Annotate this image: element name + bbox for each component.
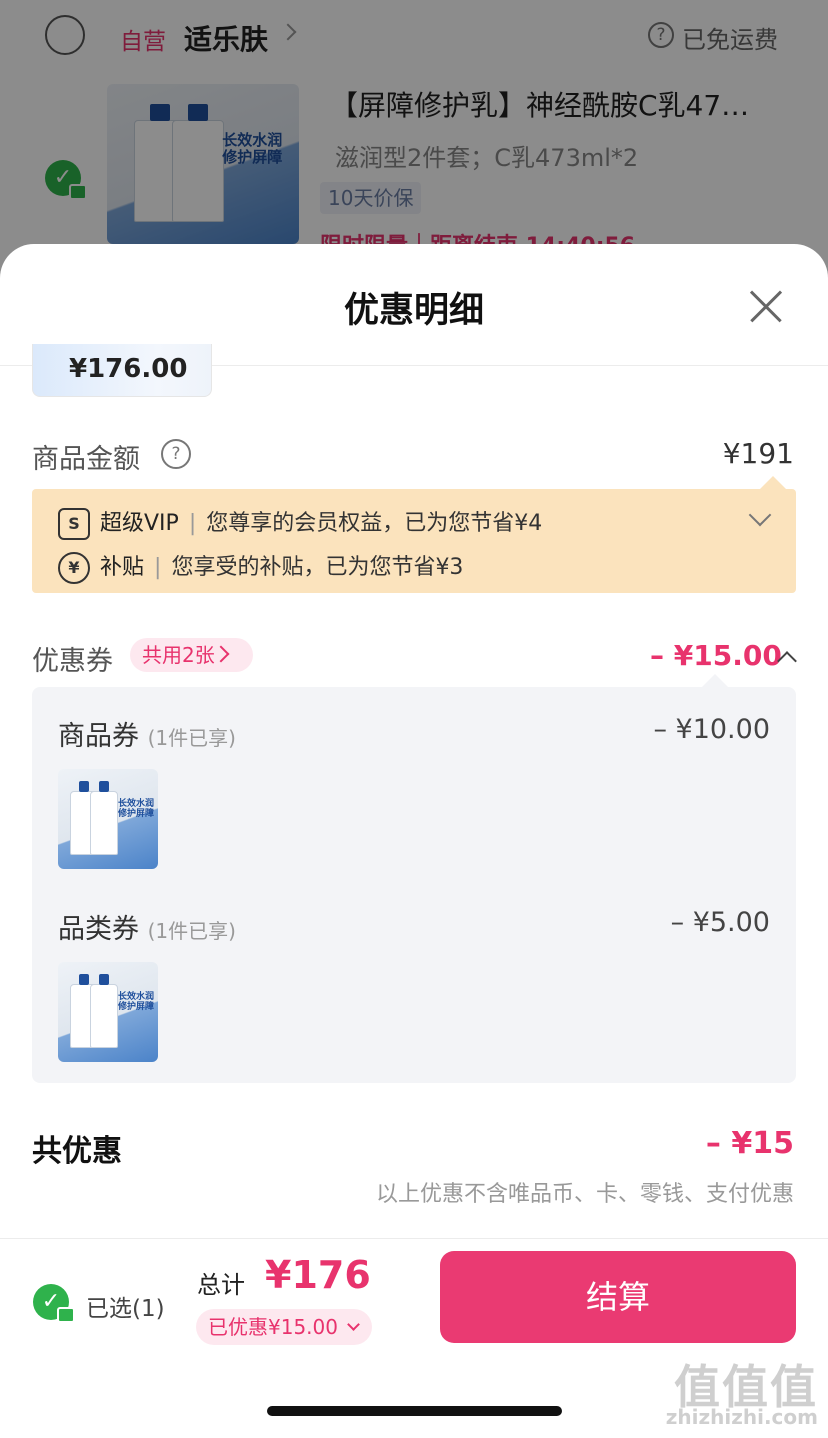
coupon-total: – ¥15.00 [650,639,782,672]
discount-summary-pill[interactable]: 已优惠¥15.00 [196,1309,372,1345]
discount-note: 以上优惠不含唯品币、卡、零钱、支付优惠 [375,1182,794,1207]
previous-price-tag: ¥176.00 [32,344,212,397]
bottom-checkout-bar: ✓ 已选(1) 总计 ¥176 已优惠¥15.00 结算 值值值 zhizhiz… [0,1238,828,1438]
lock-icon [57,1307,75,1323]
coupon-name: 品类券 [58,914,139,945]
coupon-product-thumbnail: 长效水润 修护屏障 [58,962,158,1062]
vip-notch [760,476,786,489]
thumb-caption: 长效水润 修护屏障 [118,992,155,1013]
coupon-label: 优惠券 [32,646,113,677]
coupon-note: (1件已享) [147,726,236,750]
member-benefits-box[interactable]: S 超级VIP | 您尊享的会员权益，已为您节省¥4 ¥ 补贴 | 您享受的补贴，已为您节省… [32,489,796,593]
close-icon[interactable] [748,288,784,324]
vip-name: 超级VIP [100,511,179,536]
coupon-count: 共用2张 [142,643,215,667]
subsidy-name: 补贴 [100,555,145,580]
vip-row: S 超级VIP | 您尊享的会员权益，已为您节省¥4 [58,505,542,540]
coupon-notch [702,674,728,687]
watermark-site: zhizhizhi.com [665,1405,818,1429]
checkout-button[interactable]: 结算 [440,1251,796,1343]
goods-amount-value: ¥191 [722,437,794,470]
coupon-item-title: 品类券 (1件已享) [58,907,236,946]
total-value: ¥176 [265,1253,371,1297]
chevron-right-icon [212,645,230,663]
coupon-product-thumbnail: 长效水润 修护屏障 [58,769,158,869]
coupon-list: 商品券 (1件已享) – ¥10.00 长效水润 修护屏障 品类券 (1件已享)… [32,687,796,1083]
chevron-down-icon[interactable] [748,503,772,527]
coupon-amount: – ¥5.00 [670,907,770,938]
total-discount-label: 共优惠 [32,1134,122,1169]
question-icon[interactable]: ? [161,439,191,469]
money-bag-icon: ¥ [58,552,90,584]
thumb-caption: 长效水润 修护屏障 [118,799,155,820]
vip-text: 您尊享的会员权益，已为您节省¥4 [206,511,543,536]
coupon-count-pill[interactable]: 共用2张 [130,638,254,672]
coupon-note: (1件已享) [147,919,236,943]
home-indicator[interactable] [267,1406,562,1416]
coupon-amount: – ¥10.00 [653,714,770,745]
selected-count[interactable]: 已选(1) [86,1289,165,1323]
goods-amount-label: 商品金额 [32,444,140,475]
previous-price: ¥176.00 [69,354,188,384]
chevron-down-icon [347,1318,360,1331]
discount-detail-sheet: 优惠明细 ¥176.00 商品金额 ? ¥191 S 超级VIP | 您尊享的会员权益… [0,244,828,1438]
total-discount-value: – ¥15 [705,1126,794,1161]
sheet-title: 优惠明细 [343,291,484,331]
discount-summary-text: 已优惠¥15.00 [208,1315,338,1339]
coupon-item-title: 商品券 (1件已享) [58,714,236,753]
subsidy-row: ¥ 补贴 | 您享受的补贴，已为您节省¥3 [58,549,463,584]
subsidy-text: 您享受的补贴，已为您节省¥3 [171,555,464,580]
total-label: 总计 [197,1271,245,1299]
vip-icon: S [58,508,90,540]
coupon-name: 商品券 [58,721,139,752]
